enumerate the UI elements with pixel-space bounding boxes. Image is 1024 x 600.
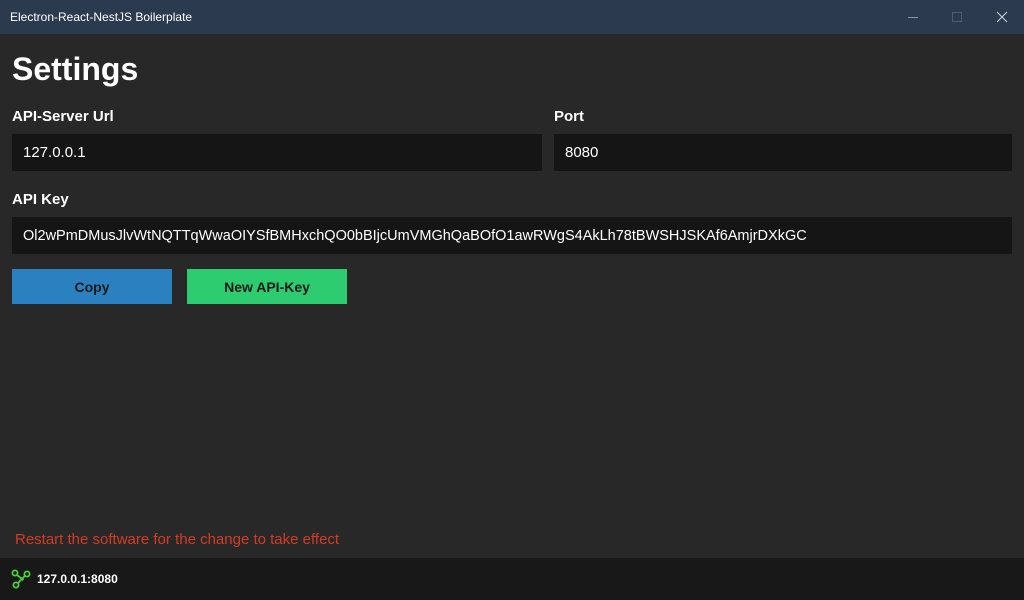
api-server-url-input[interactable] [12, 134, 542, 171]
connection-icon [11, 569, 31, 589]
minimize-button[interactable] [890, 0, 936, 34]
minimize-icon [908, 17, 918, 18]
window-title: Electron-React-NestJS Boilerplate [10, 10, 193, 24]
port-input[interactable] [554, 134, 1012, 171]
app-window: Electron-React-NestJS Boilerplate Settin… [0, 0, 1024, 600]
api-server-url-label: API-Server Url [12, 108, 114, 125]
maximize-button[interactable] [934, 0, 980, 34]
new-api-key-button[interactable]: New API-Key [187, 269, 347, 304]
maximize-icon [952, 12, 962, 22]
close-button[interactable] [979, 0, 1024, 34]
close-icon [996, 11, 1008, 23]
api-key-label: API Key [12, 191, 69, 208]
port-label: Port [554, 108, 584, 125]
restart-warning: Restart the software for the change to t… [15, 531, 340, 548]
title-bar[interactable]: Electron-React-NestJS Boilerplate [0, 0, 1024, 34]
status-bar: 127.0.0.1:8080 [0, 558, 1024, 600]
copy-button[interactable]: Copy [12, 269, 172, 304]
page-title: Settings [12, 51, 139, 87]
server-address: 127.0.0.1:8080 [37, 572, 118, 586]
api-key-input[interactable] [12, 217, 1012, 254]
